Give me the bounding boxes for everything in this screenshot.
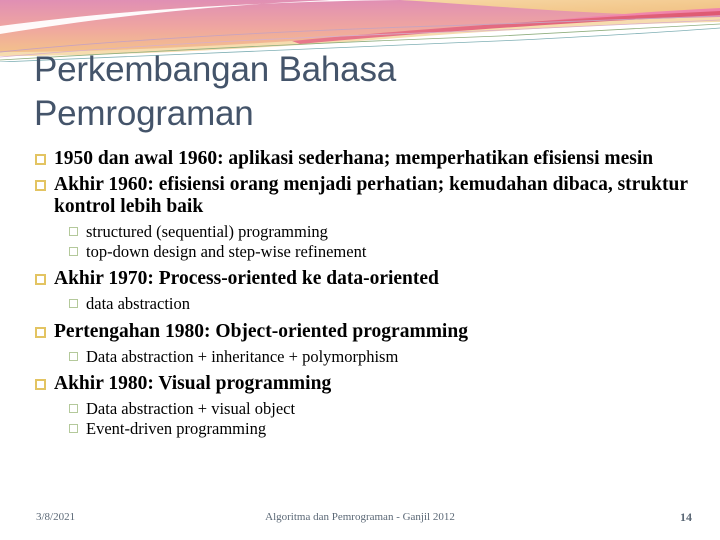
slide-body: 1950 dan awal 1960: aplikasi sederhana; … (34, 148, 694, 439)
sub-bullet-list: Data abstraction + visual object Event-d… (68, 399, 694, 438)
list-item: data abstraction (68, 294, 694, 313)
list-item: Akhir 1960: efisiensi orang menjadi perh… (34, 174, 694, 218)
slide-title: Perkembangan Bahasa Pemrograman (34, 50, 397, 134)
list-item: Data abstraction + inheritance + polymor… (68, 347, 694, 366)
slide-canvas: Perkembangan Bahasa Pemrograman 1950 dan… (0, 0, 720, 540)
list-item: Akhir 1980: Visual programming (34, 373, 694, 395)
list-item: Akhir 1970: Process-oriented ke data-ori… (34, 268, 694, 290)
sub-bullet-list: structured (sequential) programming top-… (68, 222, 694, 261)
list-item: top-down design and step-wise refinement (68, 242, 694, 261)
footer-page-number: 14 (680, 510, 692, 524)
list-item: structured (sequential) programming (68, 222, 694, 241)
list-item: Data abstraction + visual object (68, 399, 694, 418)
slide-footer: 3/8/2021 Algoritma dan Pemrograman - Gan… (0, 508, 720, 532)
footer-subtitle: Algoritma dan Pemrograman - Ganjil 2012 (265, 511, 455, 523)
list-item: Pertengahan 1980: Object-oriented progra… (34, 321, 694, 343)
sub-bullet-list: Data abstraction + inheritance + polymor… (68, 347, 694, 366)
sub-bullet-list: data abstraction (68, 294, 694, 313)
bullet-list: 1950 dan awal 1960: aplikasi sederhana; … (34, 148, 694, 438)
list-item: Event-driven programming (68, 419, 694, 438)
list-item: 1950 dan awal 1960: aplikasi sederhana; … (34, 148, 694, 170)
